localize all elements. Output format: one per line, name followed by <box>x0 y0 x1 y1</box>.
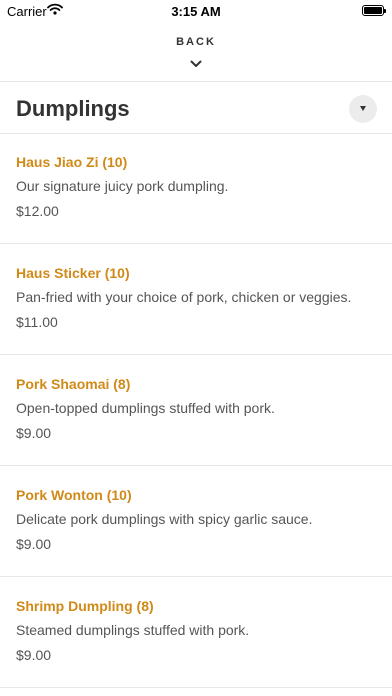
item-description: Open-topped dumplings stuffed with pork. <box>16 400 275 416</box>
item-price: $9.00 <box>16 647 52 663</box>
status-time: 3:15 AM <box>171 4 221 19</box>
item-name: Pork Shaomai (8) <box>16 376 131 392</box>
back-button[interactable]: BACK <box>146 36 246 72</box>
item-description: Delicate pork dumplings with spicy garli… <box>16 511 313 527</box>
item-name: Shrimp Dumpling (8) <box>16 598 154 614</box>
menu-item[interactable]: Pork Wonton (10) Delicate pork dumplings… <box>0 466 392 577</box>
item-price: $9.00 <box>16 425 52 441</box>
item-divider <box>0 687 392 688</box>
item-description: Steamed dumplings stuffed with pork. <box>16 622 250 638</box>
item-name: Pork Wonton (10) <box>16 487 132 503</box>
item-name: Haus Sticker (10) <box>16 265 130 281</box>
item-price: $12.00 <box>16 203 59 219</box>
category-toggle-button[interactable] <box>349 95 377 123</box>
status-bar: Carrier 3:15 AM <box>0 0 392 22</box>
menu-item[interactable]: Shrimp Dumpling (8) Steamed dumplings st… <box>0 577 392 688</box>
header-divider <box>0 81 392 82</box>
item-description: Pan-fried with your choice of pork, chic… <box>16 289 352 305</box>
category-title: Dumplings <box>16 96 130 121</box>
caret-down-icon <box>360 106 366 111</box>
item-price: $9.00 <box>16 536 52 552</box>
item-name: Haus Jiao Zi (10) <box>16 154 128 170</box>
back-label: BACK <box>176 36 216 48</box>
item-price: $11.00 <box>16 314 58 330</box>
chevron-down-icon <box>190 55 202 73</box>
item-description: Our signature juicy pork dumpling. <box>16 178 229 194</box>
menu-item[interactable]: Pork Shaomai (8) Open-topped dumplings s… <box>0 355 392 466</box>
menu-item[interactable]: Haus Jiao Zi (10) Our signature juicy po… <box>0 133 392 244</box>
menu-item[interactable]: Haus Sticker (10) Pan-fried with your ch… <box>0 244 392 355</box>
battery-icon <box>362 5 386 16</box>
